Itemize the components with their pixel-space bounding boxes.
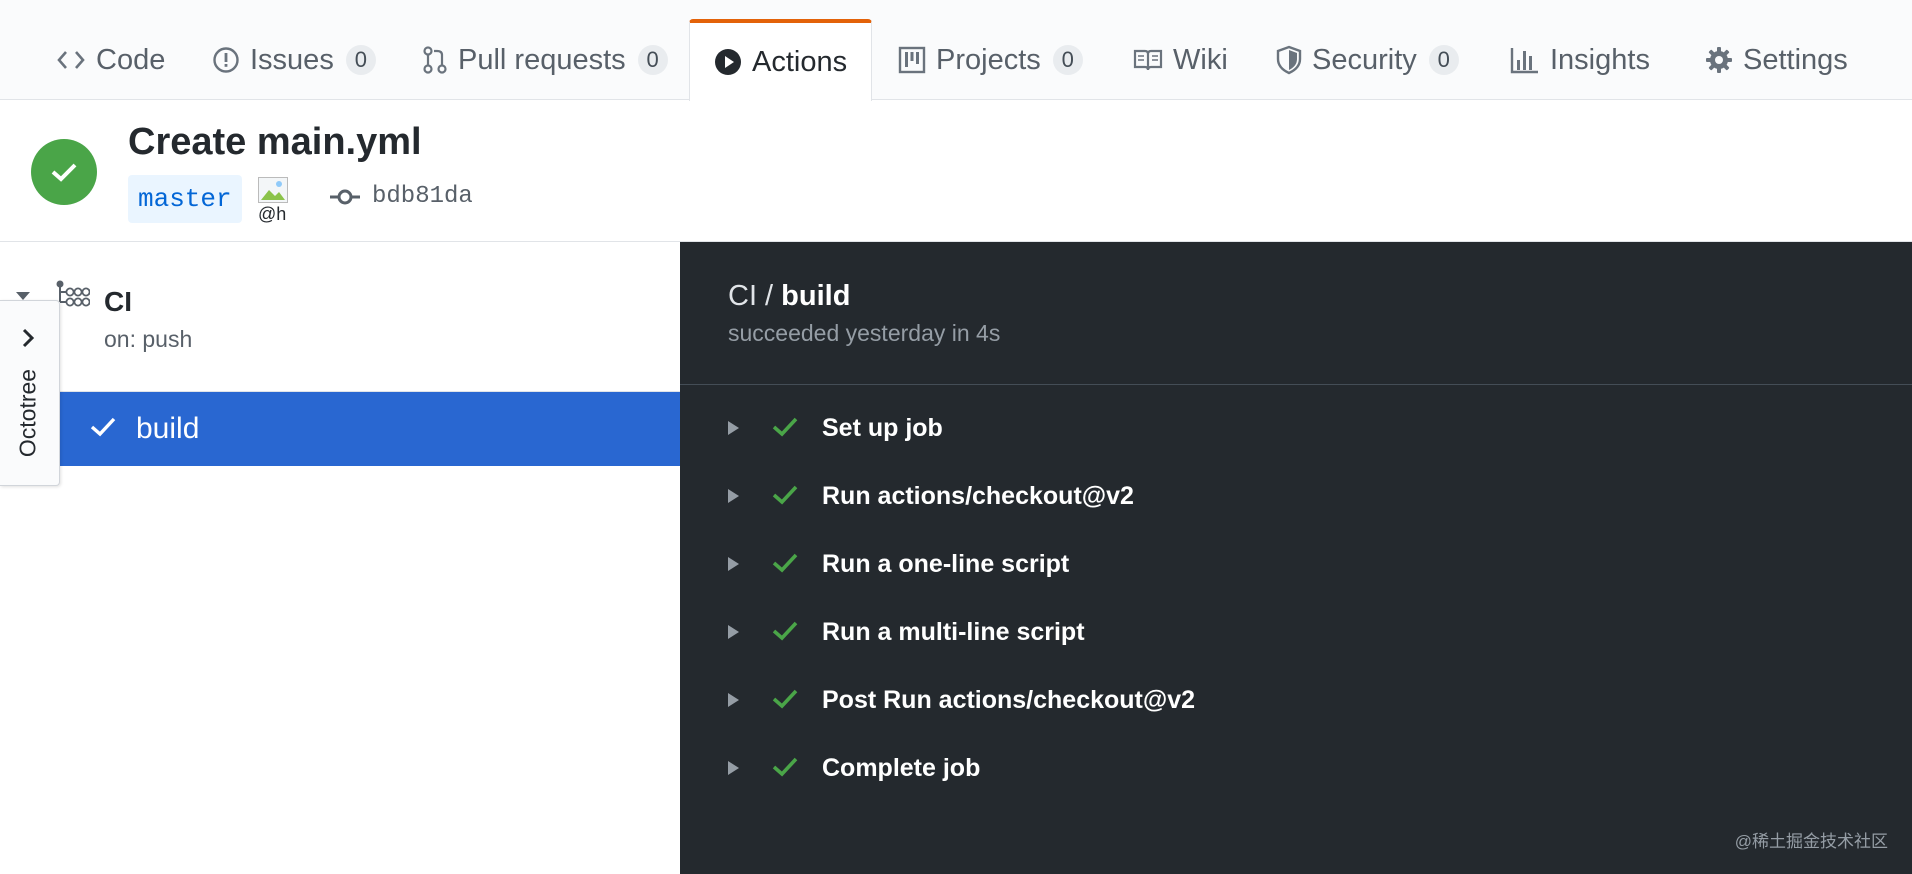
tab-wiki-label: Wiki <box>1173 43 1228 76</box>
step-name: Run a one-line script <box>822 550 1070 578</box>
expand-triangle-icon <box>728 625 739 639</box>
expand-triangle-icon <box>728 761 739 775</box>
step-name: Complete job <box>822 754 981 782</box>
check-icon <box>772 417 798 437</box>
issue-icon <box>213 47 239 73</box>
octotree-toggle[interactable]: Octotree <box>0 300 60 486</box>
gear-icon <box>1706 47 1732 73</box>
tab-security[interactable]: Security 0 <box>1276 20 1459 100</box>
check-icon <box>51 163 77 182</box>
step-name: Post Run actions/checkout@v2 <box>822 686 1196 714</box>
tab-issues-label: Issues <box>250 43 334 76</box>
play-icon <box>715 49 741 75</box>
expand-triangle-icon <box>728 421 739 435</box>
workflow-name[interactable]: CI <box>104 286 132 318</box>
check-icon <box>772 553 798 573</box>
tab-projects-label: Projects <box>936 43 1041 76</box>
shield-icon <box>1276 45 1302 75</box>
tab-actions-label: Actions <box>752 45 848 78</box>
collapse-caret-icon[interactable] <box>16 292 30 300</box>
tab-issues[interactable]: Issues 0 <box>212 20 376 100</box>
issues-counter: 0 <box>345 45 376 75</box>
step-name: Run actions/checkout@v2 <box>822 482 1134 510</box>
repo-nav: Code Issues 0 Pull requests 0 Actions Pr… <box>0 0 1912 101</box>
expand-triangle-icon <box>728 489 739 503</box>
step-name: Run a multi-line script <box>822 618 1085 646</box>
success-status-icon <box>31 139 97 205</box>
pulls-counter: 0 <box>637 45 668 75</box>
pull-request-icon <box>423 46 447 74</box>
avatar[interactable]: @h <box>258 177 298 223</box>
workflow-sidebar: CI on: push build Octotree <box>0 242 680 874</box>
tab-settings-label: Settings <box>1743 43 1848 76</box>
run-header: Create main.yml master @h bdb81da <box>0 101 1912 242</box>
broken-image-icon <box>258 177 288 203</box>
tab-pull-requests[interactable]: Pull requests 0 <box>422 20 668 100</box>
git-commit-icon <box>330 189 360 204</box>
tab-code-label: Code <box>96 43 166 76</box>
log-separator: / <box>757 280 782 312</box>
step-name: Set up job <box>822 414 943 442</box>
job-item-build[interactable]: build <box>58 392 680 466</box>
divider <box>680 384 1912 385</box>
tab-pulls-label: Pull requests <box>458 43 626 76</box>
check-icon <box>90 417 116 437</box>
code-icon <box>57 51 85 69</box>
chevron-right-icon <box>22 328 35 348</box>
check-icon <box>772 485 798 505</box>
job-label: build <box>136 412 200 445</box>
watermark: @稀土掘金技术社区 <box>1734 832 1888 851</box>
check-icon <box>772 621 798 641</box>
log-title: CI / build <box>728 280 850 313</box>
expand-triangle-icon <box>728 557 739 571</box>
check-icon <box>772 689 798 709</box>
commit-link[interactable]: bdb81da <box>330 183 473 210</box>
book-icon <box>1133 49 1163 71</box>
security-counter: 0 <box>1428 45 1459 75</box>
log-workflow: CI <box>728 280 757 312</box>
workflow-icon <box>56 280 90 307</box>
projects-counter: 0 <box>1052 45 1083 75</box>
graph-icon <box>1510 48 1538 74</box>
log-summary: succeeded yesterday in 4s <box>728 320 1001 346</box>
commit-sha: bdb81da <box>372 183 473 210</box>
tab-actions[interactable]: Actions <box>689 19 872 101</box>
octotree-label: Octotree <box>14 368 41 458</box>
run-title: Create main.yml <box>128 121 422 163</box>
tab-insights[interactable]: Insights <box>1510 20 1650 100</box>
workflow-trigger: on: push <box>104 326 193 352</box>
job-log-panel: CI / build succeeded yesterday in 4s Set… <box>680 242 1912 874</box>
tab-code[interactable]: Code <box>56 20 165 100</box>
avatar-alt-text: @h <box>258 204 287 223</box>
tab-insights-label: Insights <box>1550 43 1650 76</box>
tab-security-label: Security <box>1312 43 1417 76</box>
tab-projects[interactable]: Projects 0 <box>898 20 1083 100</box>
check-icon <box>772 757 798 777</box>
tab-settings[interactable]: Settings <box>1705 20 1848 100</box>
project-icon <box>898 46 926 74</box>
tab-wiki[interactable]: Wiki <box>1133 20 1228 100</box>
log-job: build <box>781 280 851 312</box>
expand-triangle-icon <box>728 693 739 707</box>
branch-label[interactable]: master <box>128 175 242 223</box>
